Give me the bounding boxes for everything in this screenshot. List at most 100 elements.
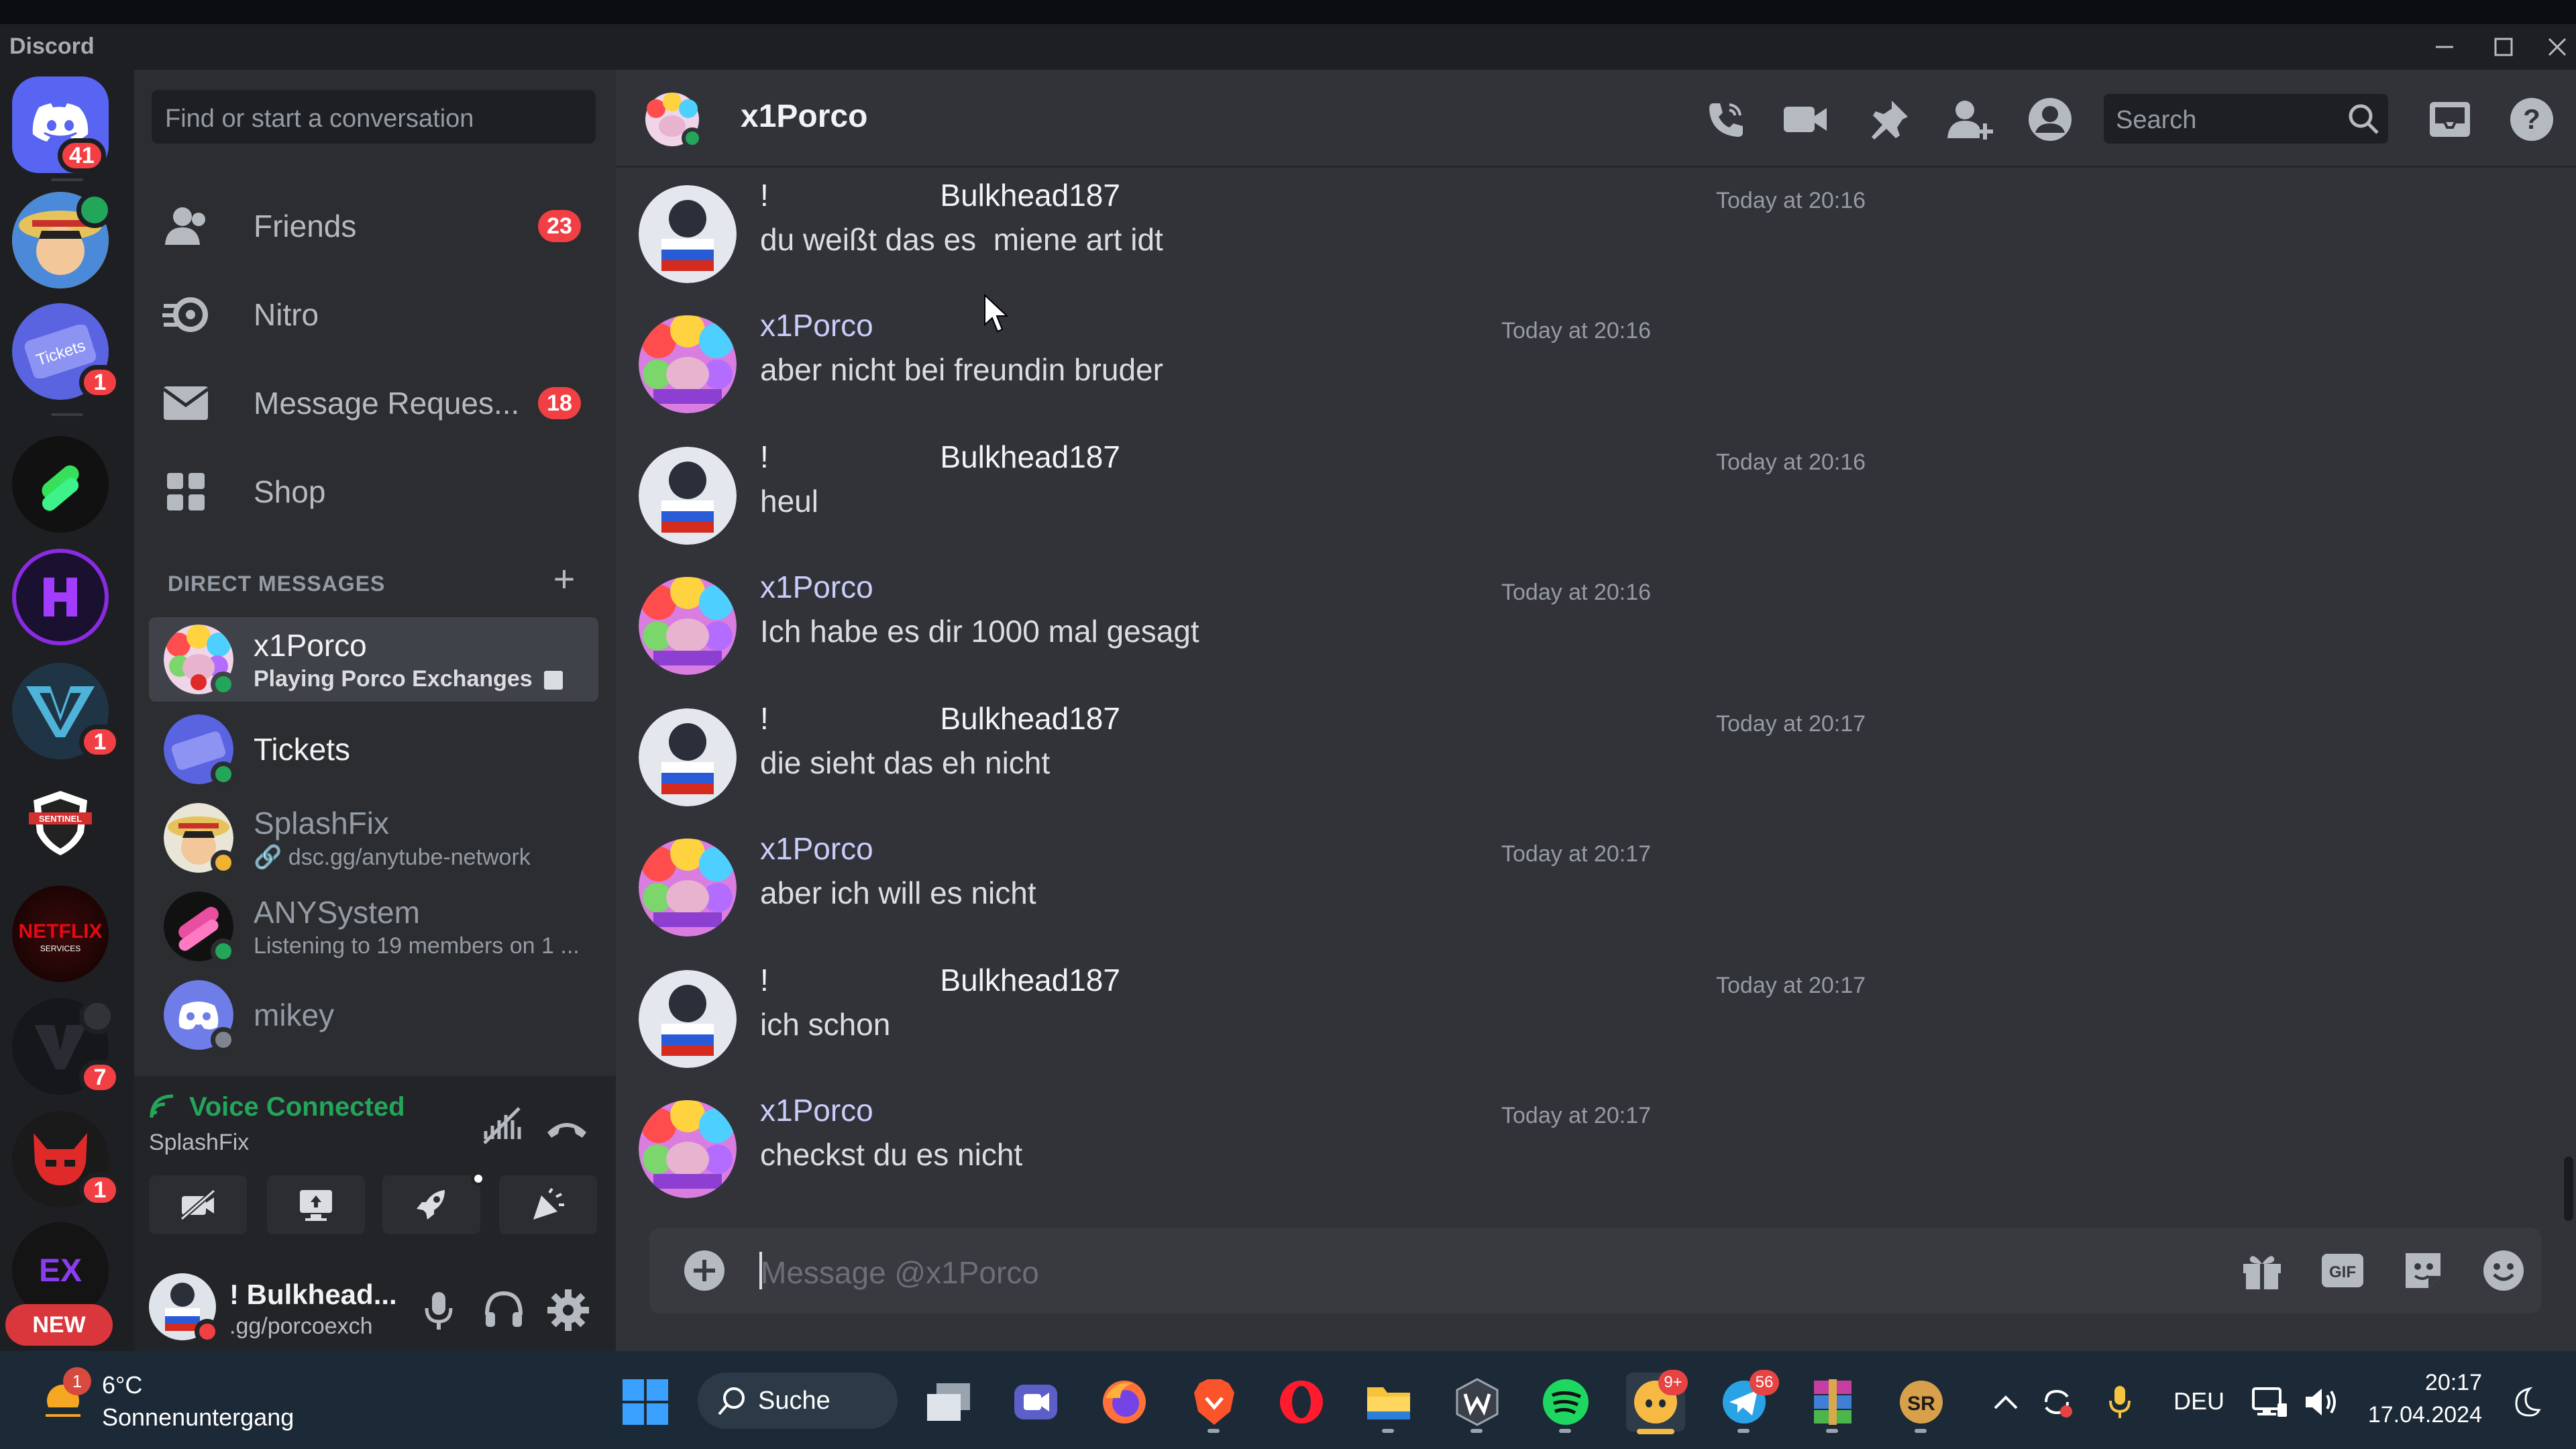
bulkhead-avatar-icon[interactable] — [639, 970, 737, 1068]
message-author[interactable]: x1Porco — [760, 1092, 873, 1128]
clock-date[interactable]: 17.04.2024 — [2343, 1402, 2482, 1428]
bulkhead-avatar-icon[interactable] — [639, 708, 737, 806]
dm-item-mikey[interactable]: mikey — [149, 973, 598, 1057]
x1porco-avatar-icon[interactable] — [639, 577, 737, 675]
gif-button[interactable]: GIF — [2314, 1242, 2371, 1299]
message[interactable]: x1Porco Today at 20:17 aber ich will es … — [616, 830, 2534, 958]
message-author[interactable]: ! Bulkhead187 — [760, 177, 1120, 213]
taskbar-app-discord[interactable]: 9+ — [1626, 1370, 1688, 1432]
taskbar-app-opera[interactable] — [1272, 1373, 1331, 1432]
server-sentinel[interactable]: SENTINEL — [12, 774, 109, 871]
input-language[interactable]: DEU — [2174, 1387, 2224, 1415]
message-input[interactable]: Message @x1Porco — [761, 1254, 1039, 1291]
server-v[interactable]: 1 — [12, 663, 121, 759]
nav-message-requests[interactable]: Message Reques... 18 — [149, 364, 598, 443]
dm-item-anysystem[interactable]: ANYSystem Listening to 19 members on 1 .… — [149, 884, 598, 969]
taskbar-app-sr[interactable]: SR — [1892, 1373, 1951, 1432]
taskbar-app-telegram[interactable]: 56 — [1715, 1370, 1779, 1432]
weather-widget[interactable]: 1 — [36, 1367, 91, 1425]
help-button[interactable]: ? — [2505, 93, 2559, 146]
message[interactable]: ! Bulkhead187 Today at 20:17 ich schon — [616, 962, 2534, 1089]
taskbar-app-winrar[interactable] — [1803, 1373, 1862, 1432]
volume-tray-icon[interactable] — [2298, 1373, 2345, 1432]
home-button[interactable]: 41 — [12, 76, 109, 173]
message[interactable]: ! Bulkhead187 Today at 20:16 du weißt da… — [616, 177, 2534, 305]
nav-nitro[interactable]: Nitro — [149, 275, 598, 354]
message-author[interactable]: x1Porco — [760, 830, 873, 867]
server-v-dark[interactable]: 7 — [12, 998, 121, 1095]
focus-assist-button[interactable] — [2502, 1373, 2549, 1432]
maximize-button[interactable] — [2485, 30, 2522, 64]
taskbar-app-brave[interactable] — [1185, 1373, 1244, 1432]
server-anysystem[interactable] — [12, 436, 109, 533]
start-voice-call-button[interactable] — [1699, 93, 1752, 146]
server-h[interactable] — [12, 549, 109, 645]
pinned-messages-button[interactable] — [1862, 93, 1916, 146]
taskbar-app-firefox[interactable] — [1095, 1373, 1154, 1432]
emoji-button[interactable] — [2475, 1242, 2532, 1299]
chat-recipient-name[interactable]: x1Porco — [741, 98, 867, 135]
network-tray-icon[interactable] — [2246, 1373, 2293, 1432]
message[interactable]: x1Porco Today at 20:17 checkst du es nic… — [616, 1092, 2534, 1220]
message-author[interactable]: ! Bulkhead187 — [760, 962, 1120, 998]
user-profile-button[interactable] — [2023, 93, 2077, 146]
sticker-button[interactable] — [2395, 1242, 2451, 1299]
user-settings-button[interactable] — [545, 1287, 592, 1334]
clock-time[interactable]: 20:17 — [2388, 1370, 2482, 1396]
nav-friends[interactable]: Friends 23 — [149, 186, 598, 266]
message[interactable]: x1Porco Today at 20:16 Ich habe es dir 1… — [616, 569, 2534, 696]
screen-share-button[interactable] — [267, 1175, 365, 1234]
chat-scrollbar[interactable] — [2564, 1157, 2573, 1221]
chat-search-input[interactable]: Search — [2104, 94, 2388, 144]
add-friends-to-dm-button[interactable] — [1943, 93, 1996, 146]
dm-item-x1porco[interactable]: x1Porco Playing Porco Exchanges — [149, 617, 598, 702]
x1porco-avatar-icon[interactable] — [639, 1100, 737, 1198]
message[interactable]: ! Bulkhead187 Today at 20:16 heul — [616, 439, 2534, 566]
message-author[interactable]: x1Porco — [760, 569, 873, 605]
bulkhead-avatar-icon[interactable] — [639, 185, 737, 283]
x1porco-avatar-icon[interactable] — [639, 315, 737, 413]
close-button[interactable] — [2538, 30, 2576, 64]
disconnect-button[interactable] — [543, 1107, 590, 1147]
user-name[interactable]: ! Bulkhead... — [229, 1279, 397, 1311]
nav-shop[interactable]: Shop — [149, 452, 598, 531]
voice-status[interactable]: Voice Connected — [189, 1092, 405, 1122]
activities-button[interactable] — [382, 1171, 486, 1234]
message-author[interactable]: ! Bulkhead187 — [760, 439, 1120, 475]
microphone-tray-icon[interactable] — [2100, 1373, 2140, 1432]
noise-suppression-button[interactable] — [480, 1104, 523, 1147]
start-button[interactable] — [616, 1373, 675, 1432]
message-author[interactable]: x1Porco — [760, 307, 873, 343]
start-video-call-button[interactable] — [1779, 93, 1833, 146]
dm-item-splashfix[interactable]: SplashFix 🔗 dsc.gg/anytube-network — [149, 796, 598, 880]
taskbar-search[interactable]: Suche — [698, 1373, 898, 1429]
server-red[interactable]: 1 — [12, 1111, 121, 1208]
user-avatar[interactable] — [148, 1272, 220, 1344]
minimize-button[interactable] — [2426, 30, 2463, 64]
bulkhead-avatar-icon[interactable] — [639, 447, 737, 545]
show-hidden-icons-button[interactable] — [1986, 1373, 2026, 1432]
taskbar-app-spotify[interactable] — [1536, 1373, 1595, 1432]
soundboard-button[interactable] — [499, 1175, 597, 1234]
create-dm-button[interactable]: + — [547, 560, 581, 598]
voice-channel[interactable]: SplashFix — [149, 1130, 249, 1156]
dm-item-tickets[interactable]: Tickets — [149, 707, 598, 792]
x1porco-avatar-icon[interactable] — [639, 839, 737, 936]
message[interactable]: ! Bulkhead187 Today at 20:17 die sieht d… — [616, 700, 2534, 828]
taskbar-app-w[interactable] — [1448, 1373, 1507, 1432]
inbox-button[interactable] — [2423, 93, 2477, 146]
server-splashfix[interactable] — [12, 192, 113, 288]
message-author[interactable]: ! Bulkhead187 — [760, 700, 1120, 737]
server-netflix-services[interactable]: NETFLIX SERVICES — [12, 885, 109, 982]
deafen-button[interactable] — [482, 1287, 526, 1334]
camera-off-button[interactable] — [149, 1175, 247, 1234]
taskbar-app-meet[interactable] — [1006, 1373, 1065, 1432]
header-avatar[interactable] — [645, 93, 703, 149]
upload-button[interactable] — [676, 1242, 733, 1299]
task-view-button[interactable] — [919, 1373, 978, 1432]
message[interactable]: x1Porco Today at 20:16 aber nicht bei fr… — [616, 307, 2534, 435]
sync-tray-icon[interactable] — [2037, 1373, 2077, 1432]
mute-button[interactable] — [419, 1287, 459, 1334]
find-conversation-input[interactable]: Find or start a conversation — [152, 90, 596, 144]
gift-button[interactable] — [2234, 1242, 2290, 1299]
